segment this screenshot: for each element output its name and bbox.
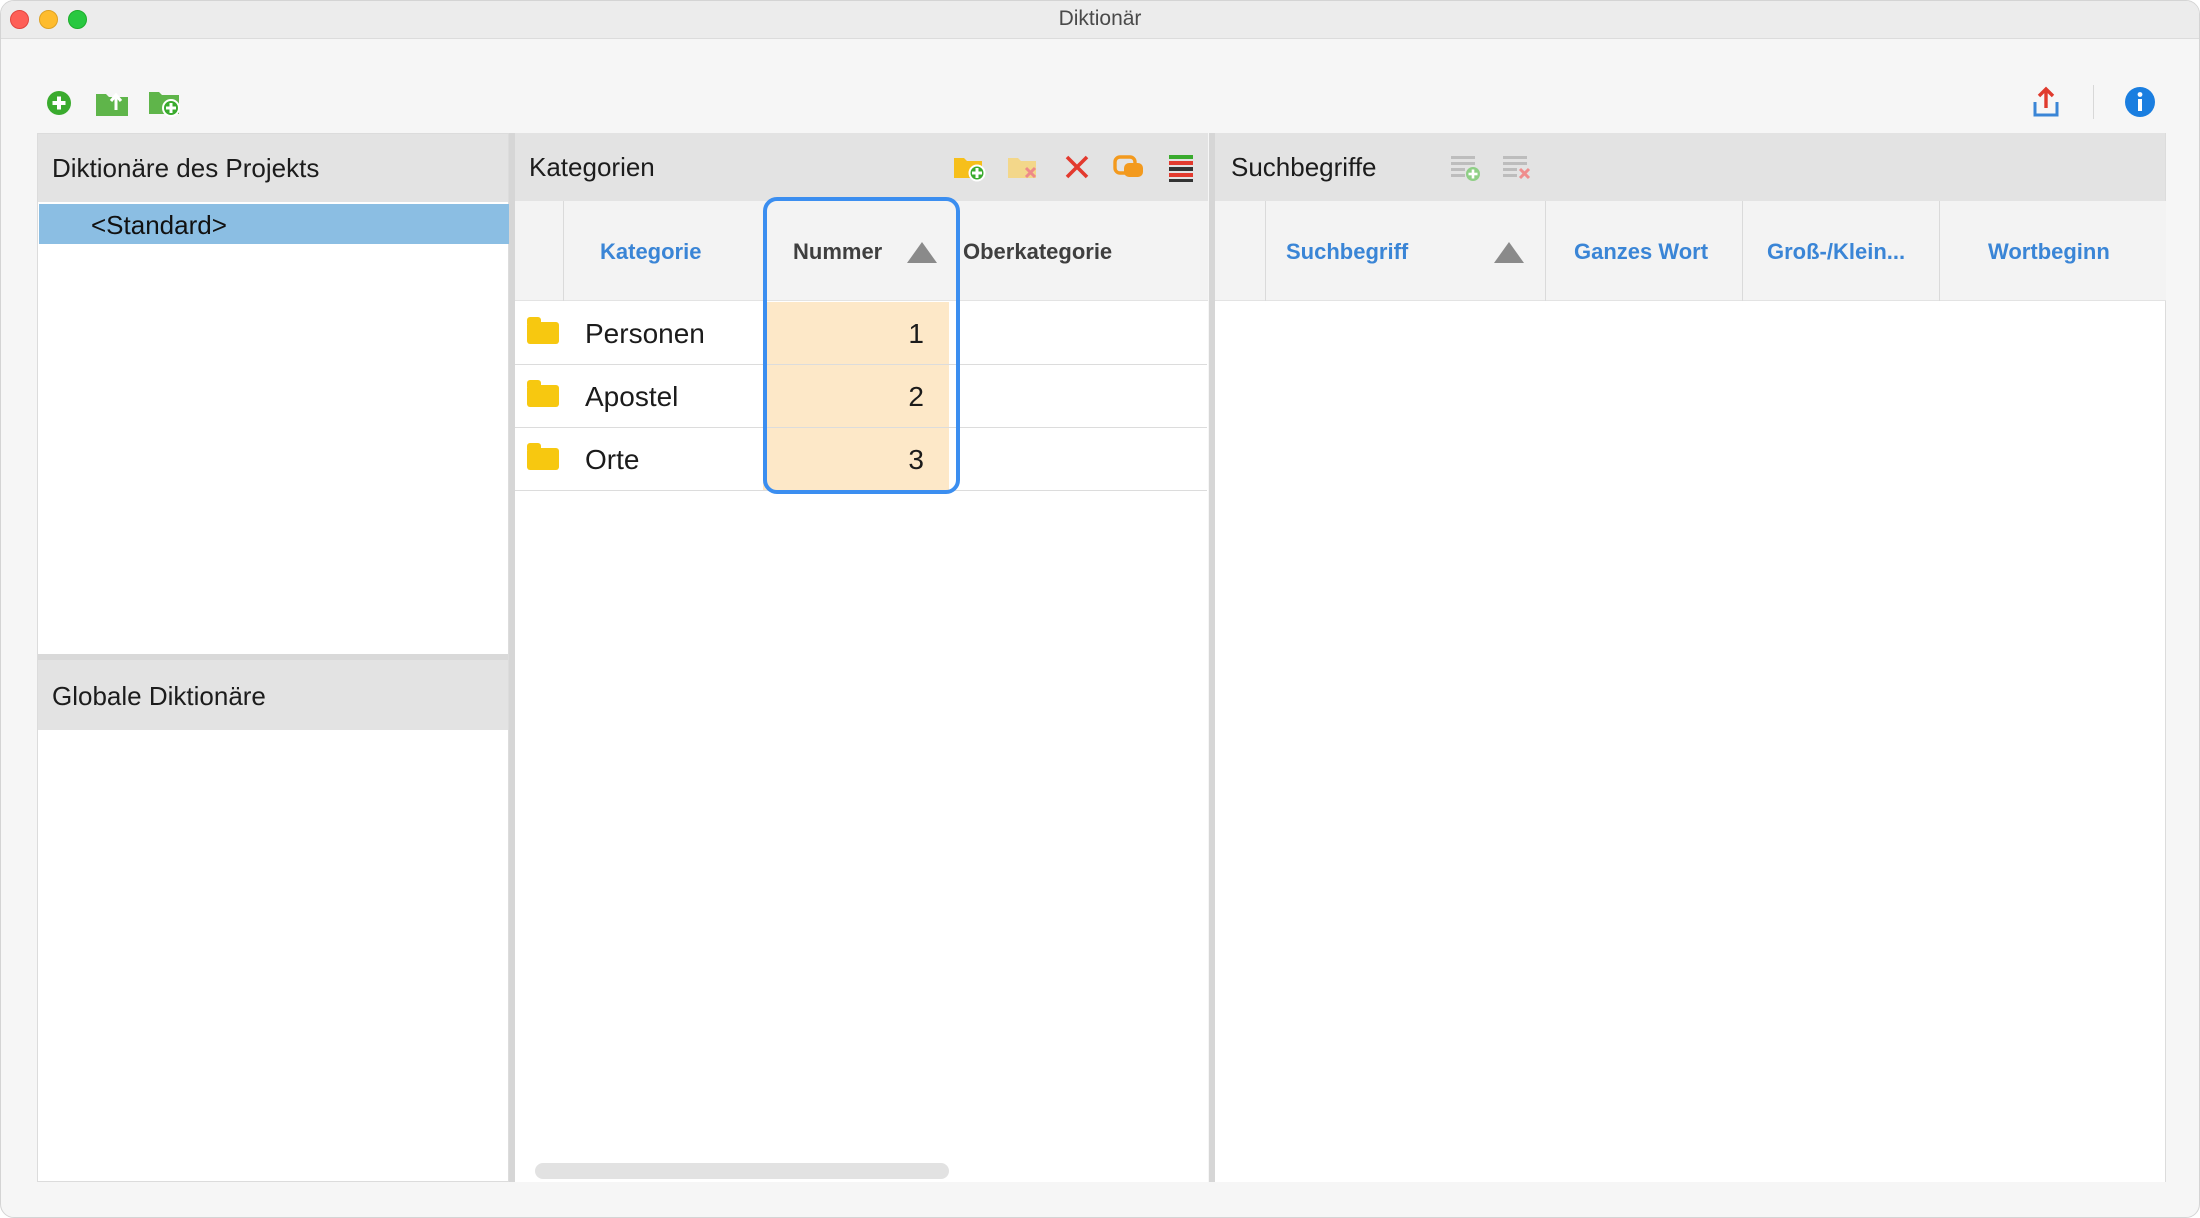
dictionaries-pane: Diktionäre des Projekts <Standard> Globa… [37, 133, 509, 1182]
column-header-wortbeginn[interactable]: Wortbeginn [1940, 201, 2166, 301]
share-upload-icon[interactable] [2027, 83, 2065, 121]
search-terms-title: Suchbegriffe [1231, 152, 1377, 182]
column-label-ganzes-wort: Ganzes Wort [1574, 239, 1709, 264]
delete-term-icon[interactable] [1499, 149, 1535, 185]
project-dictionaries-title: Diktionäre des Projekts [52, 153, 320, 183]
categories-title: Kategorien [529, 152, 655, 182]
folder-icon [527, 317, 559, 344]
column-header-oberkategorie[interactable]: Oberkategorie [950, 201, 1208, 301]
column-header-icon [1215, 201, 1265, 301]
folder-icon [527, 443, 559, 470]
color-list-icon[interactable] [1163, 149, 1199, 185]
column-label-wortbeginn: Wortbeginn [1988, 239, 2110, 264]
merge-icon[interactable] [1111, 149, 1147, 185]
window-title: Diktionär [1058, 7, 1142, 30]
column-label-suchbegriff: Suchbegriff [1286, 239, 1409, 264]
column-header-ganzes-wort[interactable]: Ganzes Wort [1546, 201, 1742, 301]
export-folder-icon[interactable] [93, 83, 131, 121]
search-terms-pane: Suchbegriffe Suchbegriff Ganzes Wort Gro… [1215, 133, 2166, 1182]
dictionary-item-label: <Standard> [91, 210, 227, 240]
sort-ascending-icon [1494, 242, 1524, 263]
toolbar-separator [2093, 85, 2094, 119]
delete-category-disabled-icon[interactable] [1005, 149, 1041, 185]
search-terms-header: Suchbegriffe [1215, 133, 2165, 201]
category-name: Personen [585, 318, 705, 349]
dictionary-window: Diktionär Diktionäre des Projekts <Stand… [0, 0, 2200, 1218]
horizontal-scrollbar[interactable] [535, 1163, 949, 1179]
column-header-kategorie[interactable]: Kategorie [564, 201, 763, 301]
add-circle-icon[interactable] [40, 84, 78, 122]
add-category-icon[interactable] [951, 149, 987, 185]
column-label-kategorie: Kategorie [600, 239, 702, 264]
new-folder-icon[interactable] [146, 83, 184, 121]
add-term-icon[interactable] [1447, 149, 1483, 185]
column-header-gross-klein[interactable]: Groß-/Klein... [1743, 201, 1939, 301]
project-dictionaries-header: Diktionäre des Projekts [38, 134, 508, 202]
category-name: Orte [585, 444, 640, 475]
column-label-oberkategorie: Oberkategorie [963, 239, 1113, 264]
dictionary-item-standard[interactable]: <Standard> [39, 204, 509, 244]
delete-x-icon[interactable] [1059, 149, 1095, 185]
sorted-column-highlight [763, 197, 960, 494]
category-name: Apostel [585, 381, 679, 412]
global-dictionaries-header: Globale Diktionäre [38, 660, 508, 730]
column-label-gross-klein: Groß-/Klein... [1767, 239, 1906, 264]
folder-icon [527, 380, 559, 407]
info-icon[interactable] [2121, 83, 2159, 121]
column-header-icon [515, 201, 563, 301]
title-bar: Diktionär [1, 1, 2199, 39]
column-header-suchbegriff[interactable]: Suchbegriff [1266, 201, 1545, 301]
global-dictionaries-title: Globale Diktionäre [52, 681, 266, 711]
categories-header: Kategorien [515, 133, 1208, 201]
